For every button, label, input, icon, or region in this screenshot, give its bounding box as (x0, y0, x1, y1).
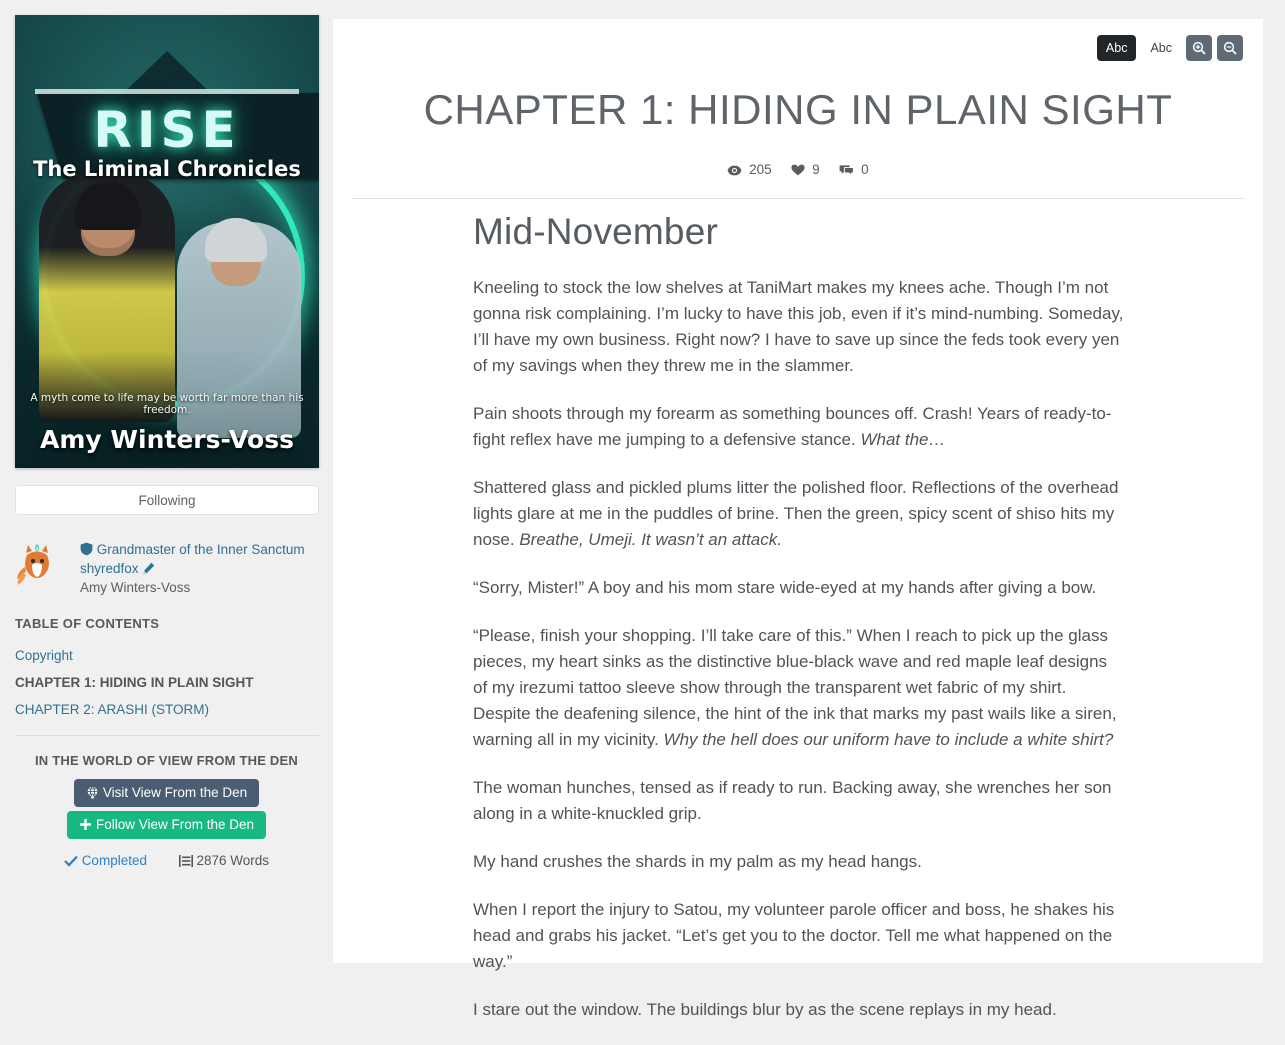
world-button-group: Visit View From the Den Follow View From… (0, 779, 333, 839)
author-meta: Grandmaster of the Inner Sanctum shyredf… (80, 540, 324, 597)
toc-heading: TABLE OF CONTENTS (15, 616, 160, 631)
table-of-contents: Copyright CHAPTER 1: HIDING IN PLAIN SIG… (15, 642, 320, 723)
body-text: My hand crushes the shards in my palm as… (473, 852, 922, 871)
author-handle-label: shyredfox (80, 561, 139, 576)
author-real-name: Amy Winters-Voss (80, 580, 191, 595)
cover-tagline: A myth come to life may be worth far mor… (30, 392, 304, 416)
globe-icon (86, 786, 99, 799)
word-count-label: 2876 Words (196, 853, 270, 868)
chapter-body: Mid-November Kneeling to stock the low s… (473, 211, 1125, 1045)
body-text: Pain shoots through my forearm as someth… (473, 404, 1112, 449)
check-icon (64, 855, 78, 867)
header-divider (351, 198, 1245, 199)
comment-count-label: 0 (861, 162, 869, 177)
sidebar-divider (15, 735, 319, 736)
paragraph: Kneeling to stock the low shelves at Tan… (473, 275, 1125, 379)
zoom-out-button[interactable] (1217, 35, 1243, 61)
book-cover[interactable]: RISE The Liminal Chronicles A myth come … (15, 15, 319, 468)
zoom-in-button[interactable] (1186, 35, 1212, 61)
body-text: Kneeling to stock the low shelves at Tan… (473, 278, 1124, 375)
emphasis-text: Why the hell does our uniform have to in… (663, 730, 1114, 749)
paragraph: “Please, finish your shopping. I’ll take… (473, 623, 1125, 753)
emphasis-text: Breathe, Umeji. It wasn’t an attack. (519, 530, 782, 549)
toc-item-chapter-1[interactable]: CHAPTER 1: HIDING IN PLAIN SIGHT (15, 669, 320, 696)
pencil-icon[interactable] (142, 562, 155, 575)
eye-icon (727, 165, 742, 176)
toc-item-copyright[interactable]: Copyright (15, 642, 320, 669)
body-text: “Sorry, Mister!” A boy and his mom stare… (473, 578, 1097, 597)
cover-subtitle: The Liminal Chronicles (33, 157, 301, 181)
comment-count[interactable]: 0 (839, 162, 869, 177)
status-completed-label: Completed (81, 853, 147, 868)
zoom-in-icon (1192, 41, 1206, 55)
paragraph: My hand crushes the shards in my palm as… (473, 849, 1125, 875)
heart-icon (791, 164, 805, 176)
follow-world-label: Follow View From the Den (95, 817, 255, 832)
following-button[interactable]: Following (15, 485, 319, 515)
main-panel: Abc Abc CHAPTER 1: HIDING IN PLAIN SIGHT… (333, 19, 1263, 1019)
paragraph: Shattered glass and pickled plums litter… (473, 475, 1125, 553)
cover-title: RISE (93, 101, 241, 159)
author-rank[interactable]: Grandmaster of the Inner Sanctum (80, 540, 324, 559)
like-count-label: 9 (812, 162, 820, 177)
align-justify-icon (178, 855, 193, 867)
comments-icon (839, 164, 855, 176)
paragraph: I stare out the window. The buildings bl… (473, 997, 1125, 1023)
paragraph: When I report the injury to Satou, my vo… (473, 897, 1125, 975)
cover-roof-beam (35, 89, 299, 94)
plus-icon (79, 818, 92, 831)
shield-icon (80, 542, 93, 556)
author-block: Grandmaster of the Inner Sanctum shyredf… (14, 540, 324, 597)
author-rank-label: Grandmaster of the Inner Sanctum (96, 542, 305, 557)
toc-item-chapter-2[interactable]: CHAPTER 2: ARASHI (STORM) (15, 696, 320, 723)
author-handle[interactable]: shyredfox (80, 559, 324, 578)
paragraph: “Sorry, Mister!” A boy and his mom stare… (473, 575, 1125, 601)
follow-world-button[interactable]: Follow View From the Den (66, 811, 267, 839)
body-text: When I report the injury to Satou, my vo… (473, 900, 1115, 971)
cover-artwork: RISE The Liminal Chronicles A myth come … (15, 15, 319, 468)
font-serif-button[interactable]: Abc (1096, 35, 1137, 61)
section-heading: Mid-November (473, 211, 719, 252)
body-text: The woman hunches, tensed as if ready to… (473, 778, 1112, 823)
font-sans-button[interactable]: Abc (1141, 35, 1181, 61)
visit-world-button[interactable]: Visit View From the Den (73, 779, 260, 807)
zoom-out-icon (1223, 41, 1237, 55)
page-title: CHAPTER 1: HIDING IN PLAIN SIGHT (423, 86, 1173, 133)
visit-world-label: Visit View From the Den (102, 785, 248, 800)
status-completed[interactable]: Completed (64, 853, 147, 868)
page-root: RISE The Liminal Chronicles A myth come … (0, 0, 1285, 1019)
like-count[interactable]: 9 (791, 162, 820, 177)
reader-toolbar: Abc Abc (1096, 35, 1243, 61)
cover-author-name: Amy Winters-Voss (40, 425, 294, 454)
fox-avatar-icon[interactable] (14, 543, 60, 589)
sidebar: RISE The Liminal Chronicles A myth come … (0, 0, 333, 963)
word-count: 2876 Words (178, 853, 270, 868)
chapter-stats: 205 9 0 (333, 162, 1263, 177)
view-count: 205 (727, 162, 772, 177)
paragraph: The woman hunches, tensed as if ready to… (473, 775, 1125, 827)
paragraph-list: Kneeling to stock the low shelves at Tan… (473, 275, 1125, 1023)
emphasis-text: What the… (860, 430, 946, 449)
paragraph: Pain shoots through my forearm as someth… (473, 401, 1125, 453)
world-heading: IN THE WORLD OF VIEW FROM THE DEN (35, 753, 298, 768)
view-count-label: 205 (749, 162, 772, 177)
book-status-row: Completed 2876 Words (0, 853, 333, 868)
body-text: I stare out the window. The buildings bl… (473, 1000, 1057, 1019)
